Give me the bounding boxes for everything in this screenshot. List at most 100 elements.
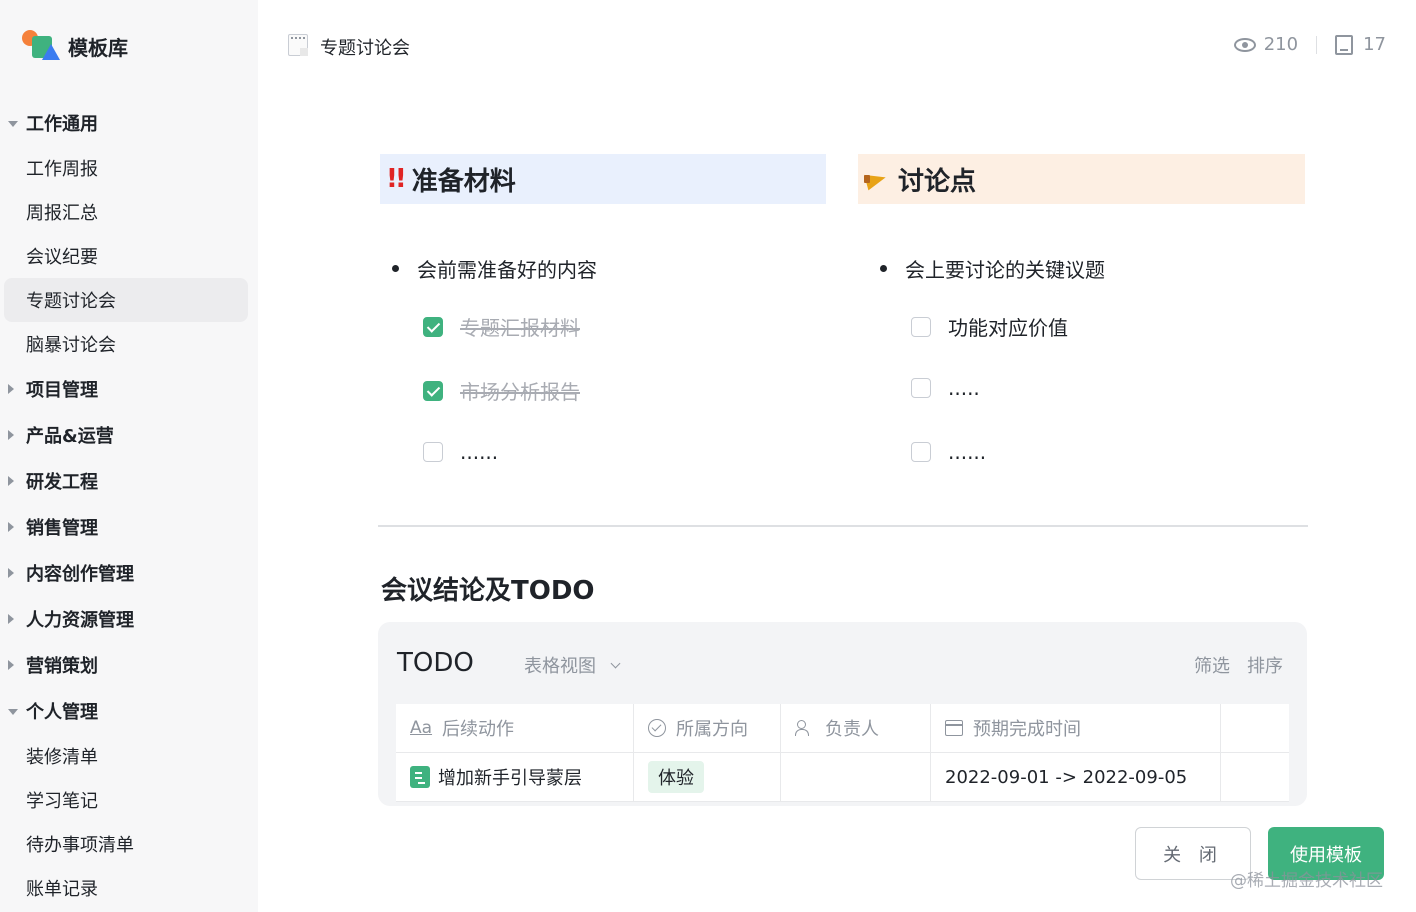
- todo-check-item[interactable]: ......: [423, 440, 498, 464]
- sidebar-group-hr[interactable]: 人力资源管理: [0, 596, 258, 642]
- double-exclamation-icon: !!: [386, 164, 407, 194]
- notepad-icon: [288, 34, 308, 56]
- checkbox[interactable]: [911, 442, 931, 462]
- checkbox[interactable]: [911, 378, 931, 398]
- sidebar-group-marketing[interactable]: 营销策划: [0, 642, 258, 688]
- logo-text: 模板库: [68, 35, 128, 60]
- check-text: .....: [948, 376, 980, 400]
- table-row[interactable]: 增加新手引导蒙层 体验 2022-09-01 -> 2022-09-05: [396, 753, 1289, 802]
- sidebar-item-label: 账单记录: [26, 879, 98, 900]
- chevron-right-icon: [8, 660, 14, 670]
- bullet-text: 会前需准备好的内容: [417, 258, 597, 282]
- cell-text: 2022-09-01 -> 2022-09-05: [945, 766, 1188, 788]
- sidebar-group-content[interactable]: 内容创作管理: [0, 550, 258, 596]
- check-text: ......: [948, 440, 987, 464]
- logo[interactable]: 模板库: [22, 30, 128, 62]
- sidebar-item-todo-list[interactable]: 待办事项清单: [4, 822, 248, 866]
- sidebar-item-renovation[interactable]: 装修清单: [4, 734, 248, 778]
- direction-tag: 体验: [648, 761, 704, 793]
- single-select-icon: [648, 719, 666, 737]
- text-field-icon: Aa: [410, 718, 433, 738]
- bullet-dot: [880, 265, 887, 272]
- todo-table: Aa 后续动作 所属方向 负责人 预期完成时间 增加新手引导蒙层 体验 2022…: [396, 704, 1289, 802]
- chevron-down-icon: [8, 121, 18, 127]
- megaphone-icon: [864, 169, 890, 189]
- section-header-materials: !! 准备材料: [380, 154, 826, 204]
- bullet-dot: [392, 265, 399, 272]
- divider: [1316, 35, 1318, 54]
- sidebar-item-weekly-summary[interactable]: 周报汇总: [4, 190, 248, 234]
- check-text: 市场分析报告: [460, 380, 580, 404]
- sidebar-group-sales[interactable]: 销售管理: [0, 504, 258, 550]
- sidebar-nav: 工作通用 工作周报 周报汇总 会议纪要 专题讨论会 脑暴讨论会 项目管理 产品&…: [0, 100, 258, 910]
- todo-check-item[interactable]: ......: [911, 440, 986, 464]
- sidebar-group-label: 人力资源管理: [26, 610, 134, 631]
- sidebar-item-meeting-minutes[interactable]: 会议纪要: [4, 234, 248, 278]
- sidebar-item-topic-discussion[interactable]: 专题讨论会: [4, 278, 248, 322]
- page-title: 专题讨论会: [320, 38, 410, 59]
- column-header-direction[interactable]: 所属方向: [634, 704, 781, 752]
- column-header-label: 所属方向: [676, 719, 748, 740]
- section-header-discussion: 讨论点: [858, 154, 1305, 204]
- chevron-right-icon: [8, 614, 14, 624]
- chevron-right-icon: [8, 384, 14, 394]
- cell-direction[interactable]: 体验: [634, 753, 781, 801]
- sidebar-item-brainstorm[interactable]: 脑暴讨论会: [4, 322, 248, 366]
- view-count: 210: [1263, 34, 1299, 55]
- sidebar-item-study-notes[interactable]: 学习笔记: [4, 778, 248, 822]
- sidebar-group-label: 工作通用: [26, 114, 98, 135]
- todo-check-item[interactable]: 功能对应价值: [911, 312, 1068, 341]
- cell-action[interactable]: 增加新手引导蒙层: [396, 753, 634, 801]
- cell-text: 增加新手引导蒙层: [438, 768, 582, 789]
- eye-icon: [1233, 37, 1256, 52]
- sidebar-item-bills[interactable]: 账单记录: [4, 866, 248, 910]
- stats: 210 17: [1233, 34, 1386, 55]
- todo-check-item[interactable]: .....: [911, 376, 980, 400]
- sidebar-group-personal[interactable]: 个人管理: [0, 688, 258, 734]
- column-header-label: 负责人: [825, 719, 879, 740]
- todo-check-item[interactable]: 专题汇报材料: [423, 312, 580, 341]
- todo-check-item[interactable]: 市场分析报告: [423, 376, 580, 405]
- people-icon: [795, 719, 815, 737]
- calendar-icon: [945, 720, 963, 736]
- sidebar: 模板库 工作通用 工作周报 周报汇总 会议纪要 专题讨论会 脑暴讨论会 项目管理…: [0, 0, 258, 912]
- check-text: 专题汇报材料: [460, 316, 580, 340]
- bullet-item: 会前需准备好的内容: [392, 254, 597, 283]
- checkbox[interactable]: [911, 316, 931, 337]
- sidebar-item-label: 会议纪要: [26, 247, 98, 268]
- cell-date[interactable]: 2022-09-01 -> 2022-09-05: [931, 753, 1221, 801]
- checkbox-checked[interactable]: [423, 380, 443, 401]
- checkbox[interactable]: [423, 442, 443, 462]
- view-selector-label: 表格视图: [524, 656, 596, 677]
- horizontal-divider: [378, 525, 1308, 527]
- column-header-add[interactable]: [1221, 704, 1289, 752]
- chevron-right-icon: [8, 568, 14, 578]
- sidebar-item-weekly-report[interactable]: 工作周报: [4, 146, 248, 190]
- sort-button[interactable]: 排序: [1247, 652, 1283, 678]
- column-header-date[interactable]: 预期完成时间: [931, 704, 1221, 752]
- sidebar-group-engineering[interactable]: 研发工程: [0, 458, 258, 504]
- column-header-owner[interactable]: 负责人: [781, 704, 931, 752]
- table-header-row: Aa 后续动作 所属方向 负责人 预期完成时间: [396, 704, 1289, 753]
- cell-owner[interactable]: [781, 753, 931, 801]
- filter-button[interactable]: 筛选: [1194, 652, 1230, 678]
- column-header-action[interactable]: Aa 后续动作: [396, 704, 634, 752]
- section-title: 讨论点: [898, 166, 977, 197]
- check-text: ......: [460, 440, 499, 464]
- sidebar-item-label: 待办事项清单: [26, 835, 134, 856]
- checkbox-checked[interactable]: [423, 316, 443, 337]
- todo-table-card: TODO 表格视图 筛选 排序 Aa 后续动作 所属方向 负责人 预期完成时间: [378, 622, 1307, 806]
- template-use-icon: [1335, 34, 1354, 55]
- use-count: 17: [1363, 34, 1386, 55]
- column-header-label: 后续动作: [442, 719, 515, 740]
- sidebar-group-product[interactable]: 产品&运营: [0, 412, 258, 458]
- sidebar-group-label: 内容创作管理: [26, 564, 134, 585]
- sidebar-group-work[interactable]: 工作通用: [0, 100, 258, 146]
- sidebar-group-project[interactable]: 项目管理: [0, 366, 258, 412]
- view-selector[interactable]: 表格视图: [524, 652, 621, 678]
- sidebar-group-label: 产品&运营: [26, 426, 114, 447]
- table-actions: 筛选 排序: [1194, 652, 1283, 678]
- sidebar-group-label: 个人管理: [26, 702, 98, 723]
- conclusion-heading: 会议结论及TODO: [381, 576, 595, 606]
- sidebar-item-label: 工作周报: [26, 159, 98, 180]
